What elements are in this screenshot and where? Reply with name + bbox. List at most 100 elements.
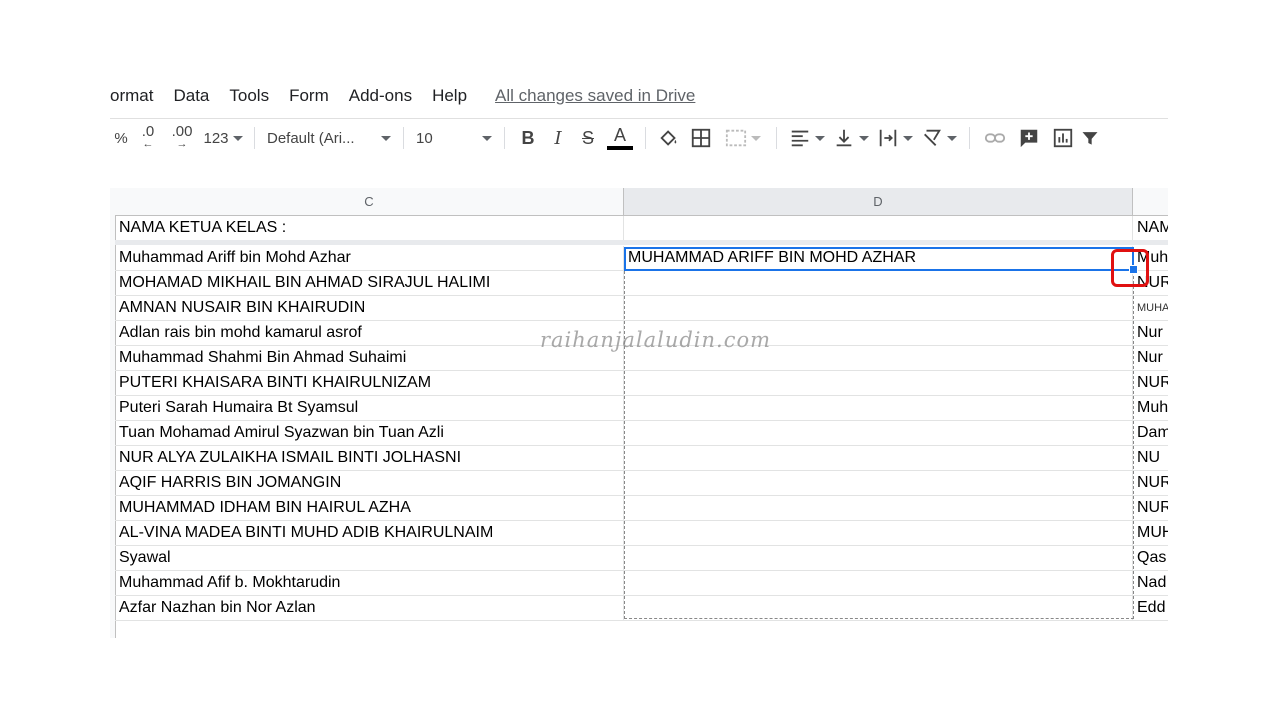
cell-e[interactable]: MUH xyxy=(1133,521,1168,545)
fill-handle-highlight xyxy=(1111,249,1149,287)
saved-status-link[interactable]: All changes saved in Drive xyxy=(495,86,695,106)
font-size-label: 10 xyxy=(416,129,433,147)
cell-c[interactable]: AL-VINA MADEA BINTI MUHD ADIB KHAIRULNAI… xyxy=(115,521,624,545)
arrow-left-icon: ← xyxy=(142,138,154,150)
cell-e[interactable]: NAM xyxy=(1133,216,1168,240)
selected-cell-d[interactable] xyxy=(624,247,1134,271)
toolbar-divider xyxy=(969,127,970,149)
bold-icon: B xyxy=(521,127,535,148)
text-color-button[interactable]: A xyxy=(603,123,637,153)
merge-cells-button[interactable] xyxy=(718,123,768,153)
strikethrough-button[interactable]: S xyxy=(573,123,603,153)
merge-cells-icon xyxy=(725,129,747,147)
format-percent-button[interactable]: % xyxy=(110,123,132,153)
font-family-dropdown[interactable]: Default (Ari... xyxy=(263,123,395,153)
cell-c[interactable]: NUR ALYA ZULAIKHA ISMAIL BINTI JOLHASNI xyxy=(115,446,624,470)
cell-e[interactable]: NUR xyxy=(1133,496,1168,520)
strikethrough-icon: S xyxy=(581,127,594,148)
frozen-row-divider[interactable] xyxy=(115,240,1168,245)
borders-button[interactable] xyxy=(684,123,718,153)
spreadsheet-grid: C D NAMA KETUA KELAS : NAM Muhammad Ariff … xyxy=(110,188,1168,638)
cell-e[interactable]: NUR xyxy=(1133,371,1168,395)
cell-c[interactable]: Puteri Sarah Humaira Bt Syamsul xyxy=(115,396,624,420)
insert-comment-button[interactable] xyxy=(1012,123,1046,153)
cell-c[interactable]: Muhammad Ariff bin Mohd Azhar xyxy=(115,246,624,270)
filter-icon xyxy=(1082,132,1098,145)
cell-c[interactable]: AMNAN NUSAIR BIN KHAIRUDIN xyxy=(115,296,624,320)
menu-bar: ormat Data Tools Form Add-ons Help All c… xyxy=(110,84,695,108)
percent-label: % xyxy=(114,129,128,147)
increase-decimal-button[interactable]: .00 → xyxy=(164,123,200,153)
chevron-down-icon xyxy=(482,135,492,141)
menu-form[interactable]: Form xyxy=(289,86,329,106)
menu-data[interactable]: Data xyxy=(173,86,209,106)
align-left-icon xyxy=(791,130,809,147)
cell-c[interactable]: Muhammad Afif b. Mokhtarudin xyxy=(115,571,624,595)
italic-button[interactable]: I xyxy=(543,123,573,153)
menu-format[interactable]: ormat xyxy=(110,86,153,106)
toolbar-divider xyxy=(403,127,404,149)
borders-icon xyxy=(691,128,711,148)
cell-e[interactable]: MUHA xyxy=(1133,296,1168,320)
text-rotation-icon xyxy=(924,129,941,146)
cell-c[interactable]: Tuan Mohamad Amirul Syazwan bin Tuan Azl… xyxy=(115,421,624,445)
fill-range-outline xyxy=(624,271,1134,619)
vertical-align-bottom-icon xyxy=(836,129,852,147)
column-header-d[interactable]: D xyxy=(624,188,1133,216)
toolbar-divider xyxy=(254,127,255,149)
column-header-c-label: C xyxy=(364,194,374,209)
menu-add-ons[interactable]: Add-ons xyxy=(349,86,412,106)
cell-c[interactable]: Syawal xyxy=(115,546,624,570)
watermark: raihanjalaludin.com xyxy=(540,328,772,352)
cell-e[interactable]: Nad xyxy=(1133,571,1168,595)
cell-e[interactable]: Edd xyxy=(1133,596,1168,620)
cell-e[interactable]: Qas xyxy=(1133,546,1168,570)
cell-e[interactable]: NUR xyxy=(1133,471,1168,495)
cell-e[interactable]: Nur xyxy=(1133,321,1168,345)
cell-c[interactable]: AQIF HARRIS BIN JOMANGIN xyxy=(115,471,624,495)
number-format-dropdown[interactable]: 123 xyxy=(200,123,246,153)
chevron-down-icon xyxy=(903,135,913,141)
cell-e[interactable]: NU xyxy=(1133,446,1168,470)
toolbar-divider xyxy=(776,127,777,149)
text-wrap-icon xyxy=(879,129,897,147)
menu-help[interactable]: Help xyxy=(432,86,467,106)
cell-c[interactable]: MUHAMMAD IDHAM BIN HAIRUL AZHA xyxy=(115,496,624,520)
cell-e[interactable]: Nur xyxy=(1133,346,1168,370)
cell-c[interactable]: NAMA KETUA KELAS : xyxy=(115,216,624,240)
link-icon xyxy=(984,133,1006,143)
text-color-icon: A xyxy=(613,125,626,145)
cell-c[interactable]: MOHAMAD MIKHAIL BIN AHMAD SIRAJUL HALIMI xyxy=(115,271,624,295)
chevron-down-icon xyxy=(859,135,869,141)
horizontal-align-dropdown[interactable] xyxy=(785,123,829,153)
chevron-down-icon xyxy=(381,135,391,141)
cell-e[interactable]: Muh xyxy=(1133,396,1168,420)
cell-c[interactable]: Azfar Nazhan bin Nor Azlan xyxy=(115,596,624,620)
font-family-label: Default (Ari... xyxy=(267,129,355,147)
filter-button[interactable] xyxy=(1080,123,1100,153)
text-wrapping-dropdown[interactable] xyxy=(873,123,917,153)
cell-d[interactable] xyxy=(624,216,1133,240)
cell-e[interactable]: Dam xyxy=(1133,421,1168,445)
font-size-dropdown[interactable]: 10 xyxy=(412,123,496,153)
column-header-e[interactable] xyxy=(1133,188,1168,216)
header-row: NAMA KETUA KELAS : NAM xyxy=(115,216,1168,241)
column-header-c[interactable]: C xyxy=(115,188,624,216)
menu-tools[interactable]: Tools xyxy=(229,86,269,106)
insert-link-button[interactable] xyxy=(978,123,1012,153)
bold-button[interactable]: B xyxy=(513,123,543,153)
decrease-decimal-label: .0 xyxy=(141,123,155,140)
chevron-down-icon xyxy=(815,135,825,141)
toolbar: % .0 ← .00 → 123 Default (Ari... 10 B I … xyxy=(110,118,1168,157)
insert-chart-button[interactable] xyxy=(1046,123,1080,153)
fill-color-button[interactable] xyxy=(654,123,684,153)
column-header-d-label: D xyxy=(873,194,883,209)
decrease-decimal-button[interactable]: .0 ← xyxy=(132,123,164,153)
cell-c[interactable]: PUTERI KHAISARA BINTI KHAIRULNIZAM xyxy=(115,371,624,395)
chevron-down-icon xyxy=(947,135,957,141)
text-rotation-dropdown[interactable] xyxy=(917,123,961,153)
chevron-down-icon xyxy=(751,135,761,141)
vertical-align-dropdown[interactable] xyxy=(829,123,873,153)
chart-icon xyxy=(1053,128,1073,148)
empty-row xyxy=(115,621,1168,638)
